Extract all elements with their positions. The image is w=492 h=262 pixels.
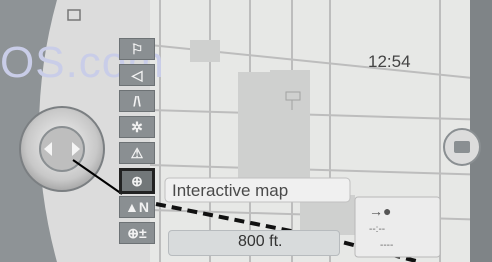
map-toolbar: ⚐ ◁ /\ ✲ ⚠ ⊕ ▲N ⊕± [117,38,157,260]
interactive-map-label: Interactive map [172,181,289,200]
clock-time: 12:54 [368,52,411,71]
tool-warning-icon[interactable]: ⚠ [119,142,155,164]
route-time-placeholder: ---- [380,240,394,251]
tool-zoom-icon[interactable]: ⊕± [119,222,155,244]
route-arrow-icon: →● [369,203,392,219]
tool-route-icon[interactable]: /\ [119,90,155,112]
tool-interactive-map-icon[interactable]: ⊕ [119,168,155,194]
navigation-screen: OS.com 12:54 ⚐ ◁ /\ ✲ ⚠ ⊕ ▲N ⊕± Interact… [0,0,492,262]
tool-north-icon[interactable]: ▲N [119,196,155,218]
tool-poi-icon[interactable]: ⚐ [119,38,155,60]
tool-traffic-icon[interactable]: ✲ [119,116,155,138]
tool-volume-icon[interactable]: ◁ [119,64,155,86]
route-distance-placeholder: --:-- [369,224,386,235]
scale-label: 800 ft. [238,233,283,250]
